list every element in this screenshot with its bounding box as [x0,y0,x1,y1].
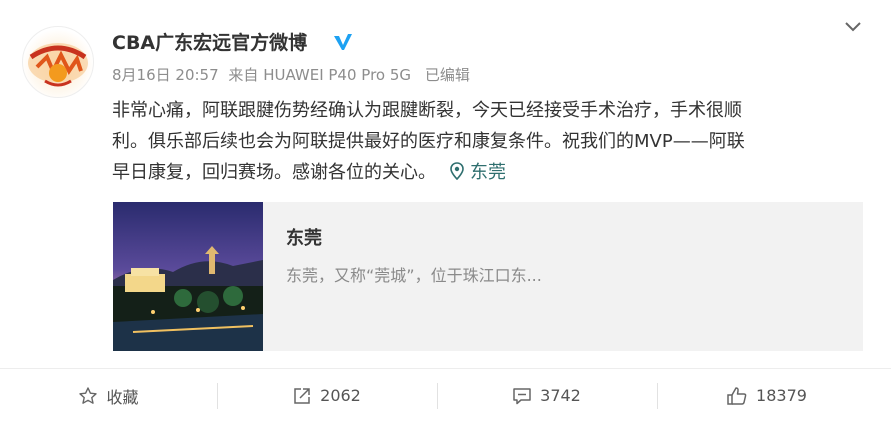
repost-count: 2062 [320,386,361,405]
favorite-button[interactable]: 收藏 [0,369,217,422]
action-bar: 收藏 2062 3742 18379 [0,369,891,422]
post-content-line: 非常心痛，阿联跟腱伤势经确认为跟腱断裂，今天已经接受手术治疗，手术很顺 [112,100,742,121]
chevron-down-icon[interactable] [843,16,863,36]
thumbs-up-icon [727,386,747,405]
comment-count: 3742 [540,386,581,405]
verified-badge-icon [332,31,353,52]
author-name[interactable]: CBA广东宏远官方微博 [112,28,307,55]
location-card[interactable]: 东莞 东莞，又称“莞城”，位于珠江口东... [113,202,863,351]
post-content-line-last: 早日康复，回归赛场。感谢各位的关心。 东莞 [112,157,862,188]
post-date[interactable]: 8月16日 20:57 [112,66,219,84]
post-meta: 8月16日 20:57 来自 HUAWEI P40 Pro 5G 已编辑 [112,64,470,85]
location-pin-icon [450,162,464,181]
location-card-title: 东莞 [286,228,322,249]
repost-button[interactable]: 2062 [218,369,435,422]
star-icon [79,386,98,404]
like-count: 18379 [756,386,807,405]
comment-icon [513,387,531,404]
post-content: 非常心痛，阿联跟腱伤势经确认为跟腱断裂，今天已经接受手术治疗，手术很顺 利。俱乐… [112,95,862,188]
post-content-line: 利。俱乐部后续也会为阿联提供最好的医疗和康复条件。祝我们的MVP——阿联 [112,131,745,152]
location-link[interactable]: 东莞 [450,162,506,183]
repost-icon [294,387,310,404]
location-label: 东莞 [470,162,506,183]
post-edited[interactable]: 已编辑 [425,66,470,84]
location-card-description: 东莞，又称“莞城”，位于珠江口东... [286,266,542,285]
author-avatar[interactable] [22,26,94,98]
post-content-text: 早日康复，回归赛场。感谢各位的关心。 [112,162,436,183]
post-source: 来自 HUAWEI P40 Pro 5G [228,66,412,84]
like-button[interactable]: 18379 [658,369,875,422]
comment-button[interactable]: 3742 [438,369,655,422]
location-card-image [113,202,263,351]
favorite-label: 收藏 [106,387,139,407]
